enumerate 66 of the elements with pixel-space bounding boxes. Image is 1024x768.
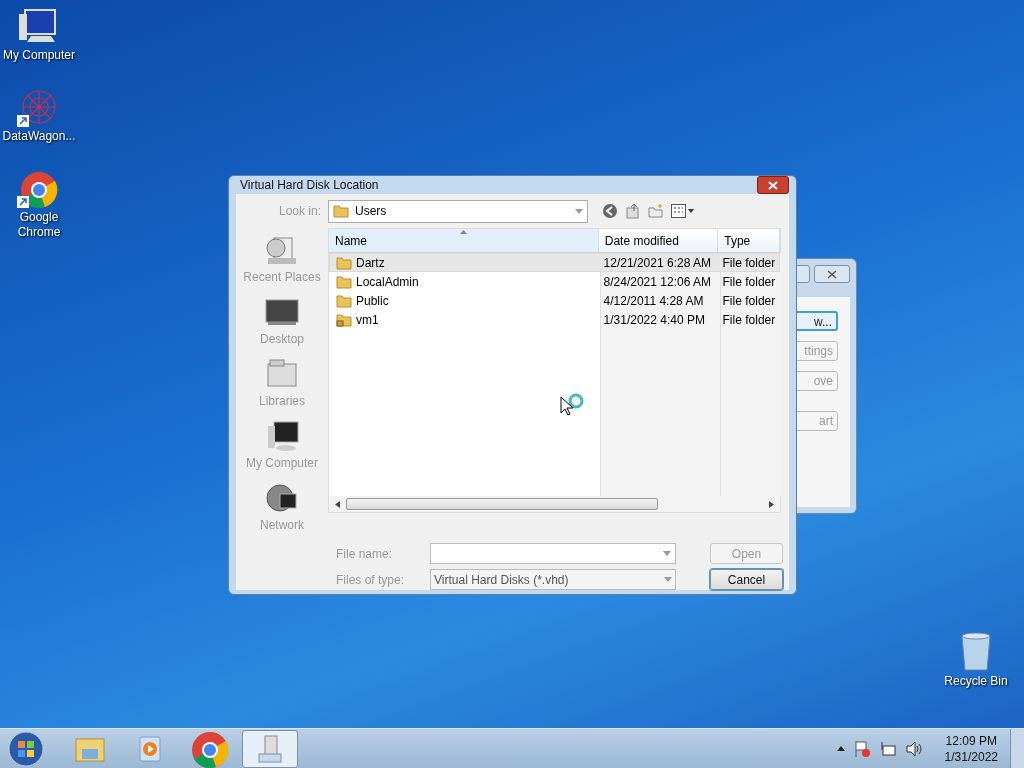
folder-icon (336, 255, 352, 270)
type-cell-text: File folder (721, 311, 777, 329)
file-row[interactable]: Dartz 12/21/2021 6:28 AM File folder (329, 253, 780, 272)
network-icon[interactable] (878, 739, 897, 758)
libraries-place-icon (264, 358, 300, 390)
scrollbar-thumb[interactable] (346, 498, 658, 510)
view-menu-icon[interactable] (671, 204, 695, 218)
folder-icon (336, 274, 352, 289)
folder-icon (333, 204, 349, 218)
type-cell-text: File folder (721, 292, 777, 310)
file-name: Dartz (356, 254, 385, 272)
taskbar-button[interactable] (242, 729, 298, 768)
folder-icon (336, 293, 352, 308)
column-header[interactable]: Name (329, 229, 599, 252)
close-icon (827, 269, 837, 279)
look-in-dropdown[interactable]: Users (328, 199, 588, 223)
dropdown-arrow-icon (663, 551, 671, 556)
type-cell-text: File folder (721, 273, 777, 291)
file-name: LocalAdmin (356, 273, 419, 291)
speaker-icon[interactable] (904, 739, 923, 758)
up-folder-icon[interactable] (625, 203, 641, 219)
show-hidden-icons-icon[interactable] (836, 746, 845, 751)
date-cell-text: 8/24/2021 12:06 AM (602, 273, 712, 291)
desktop-icon-label[interactable]: My Computer (3, 48, 75, 63)
close-button[interactable] (757, 176, 789, 194)
computer-tower-icon (255, 733, 285, 764)
dialog-button[interactable]: Cancel (710, 569, 783, 590)
desktop-place-icon (264, 296, 300, 328)
desktop-icon-label[interactable]: Google Chrome (14, 210, 64, 240)
file-row[interactable]: Public 4/12/2011 4:28 AM File folder (329, 291, 780, 310)
type-cell-text: File folder (721, 254, 777, 272)
file-name: Public (356, 292, 389, 310)
flag-icon[interactable] (852, 739, 871, 758)
locked-folder-icon (336, 312, 352, 327)
clock-date[interactable]: 1/31/2022 (944, 748, 998, 765)
dropdown-arrow-icon (575, 208, 583, 214)
scroll-right-icon[interactable] (769, 500, 774, 508)
look-in-value: Users (355, 203, 388, 220)
file-type-dropdown[interactable]: Virtual Hard Disks (*.vhd) (430, 569, 676, 590)
column-header[interactable]: Date modified (598, 229, 719, 252)
busy-cursor-icon (560, 392, 586, 418)
file-name-field[interactable] (430, 543, 676, 564)
back-icon[interactable] (602, 203, 618, 219)
file-row[interactable]: LocalAdmin 8/24/2021 12:06 AM File folder (329, 272, 780, 291)
play-icon (136, 734, 164, 763)
file-name-label: File name: (336, 545, 394, 563)
network-place-icon (264, 482, 300, 514)
desktop-icon-label[interactable]: Recycle Bin (944, 672, 1008, 690)
horizontal-scrollbar[interactable] (329, 496, 780, 512)
look-in-label: Look in: (277, 203, 322, 220)
column-header[interactable]: Type (718, 229, 780, 252)
desktop-icon-label[interactable]: DataWagon... (2, 129, 76, 144)
window-title: Virtual Hard Disk Location (240, 177, 379, 194)
file-name: vm1 (356, 311, 379, 329)
date-cell-text: 12/21/2021 6:28 AM (602, 254, 712, 272)
scroll-left-icon[interactable] (335, 500, 340, 508)
close-button[interactable] (814, 265, 850, 283)
dropdown-arrow-icon (664, 577, 672, 582)
date-cell-text: 4/12/2011 4:28 AM (602, 292, 705, 310)
files-of-type-label: Files of type: (336, 571, 406, 589)
date-cell-text: 1/31/2022 4:40 PM (602, 311, 706, 329)
show-desktop-button[interactable] (1010, 729, 1024, 768)
file-row[interactable]: vm1 1/31/2022 4:40 PM File folder (329, 310, 780, 329)
close-icon (768, 180, 778, 190)
clock-time[interactable]: 12:09 PM (945, 732, 997, 749)
start-button-icon[interactable] (8, 730, 44, 767)
